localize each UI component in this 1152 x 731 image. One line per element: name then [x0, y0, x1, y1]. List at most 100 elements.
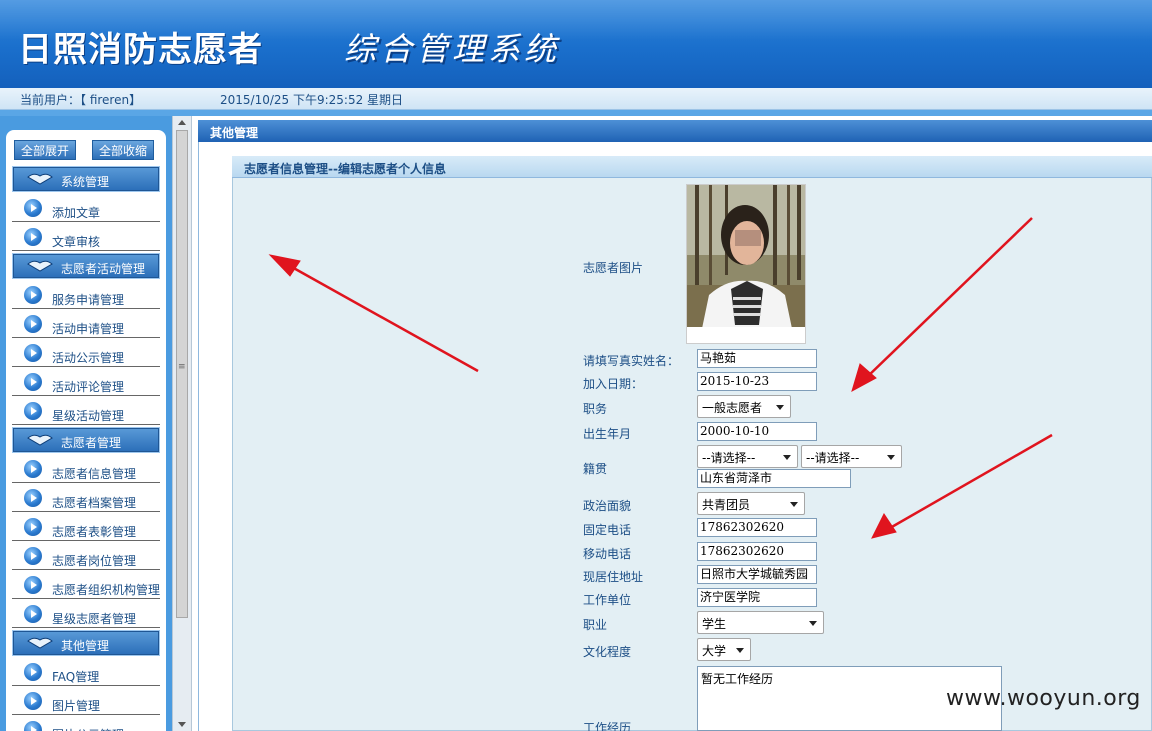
- volunteer-photo: [686, 184, 806, 344]
- play-circle-icon: [24, 692, 42, 710]
- nav-item[interactable]: 星级志愿者管理: [12, 601, 160, 628]
- photo-label: 志愿者图片: [583, 261, 644, 275]
- birth-label: 出生年月: [583, 427, 632, 441]
- join-date-label: 加入日期：: [583, 377, 644, 391]
- play-circle-icon: [24, 489, 42, 507]
- phone-input[interactable]: 17862302620: [697, 518, 817, 537]
- nav-item-label: 文章审核: [52, 235, 101, 249]
- chevron-down-icon: [809, 621, 817, 626]
- play-circle-icon: [24, 373, 42, 391]
- origin-label: 籍贯: [583, 462, 608, 476]
- sidebar-scrollbar[interactable]: ≡: [172, 116, 192, 731]
- nav-item-label: 添加文章: [52, 206, 101, 220]
- play-circle-icon: [24, 576, 42, 594]
- education-select[interactable]: 大学: [697, 638, 751, 661]
- current-user: 当前用户：【 fireren】: [20, 93, 142, 107]
- name-label: 请填写真实姓名：: [583, 354, 680, 368]
- nav-group-label: 志愿者管理: [61, 436, 122, 450]
- nav-item[interactable]: 图片公示管理: [12, 717, 160, 731]
- scroll-thumb[interactable]: [176, 130, 188, 618]
- workplace-input[interactable]: 济宁医学院: [697, 588, 817, 607]
- collapse-all-button[interactable]: 全部收缩: [92, 140, 155, 160]
- section-title: 其他管理: [210, 126, 259, 140]
- chevron-down-icon: [790, 502, 798, 507]
- chevron-down-icon: [783, 455, 791, 460]
- nav-item-label: 图片管理: [52, 699, 101, 713]
- nav-item-label: 志愿者档案管理: [52, 496, 137, 510]
- origin-input[interactable]: 山东省菏泽市: [697, 469, 851, 488]
- nav-item-label: FAQ管理: [52, 670, 100, 684]
- nav-item-label: 活动评论管理: [52, 380, 125, 394]
- nav-item[interactable]: 志愿者岗位管理: [12, 543, 160, 570]
- scroll-down-icon[interactable]: [178, 722, 186, 727]
- chevron-down-icon: [736, 648, 744, 653]
- book-icon: [27, 173, 53, 185]
- chevron-down-icon: [887, 455, 895, 460]
- nav-item-label: 志愿者信息管理: [52, 467, 137, 481]
- occupation-value: 学生: [702, 617, 727, 631]
- birth-input[interactable]: 2000-10-10: [697, 422, 817, 441]
- mobile-input[interactable]: 17862302620: [697, 542, 817, 561]
- scroll-up-icon[interactable]: [178, 120, 186, 125]
- book-icon: [27, 637, 53, 649]
- workplace-label: 工作单位: [583, 593, 632, 607]
- origin-province-select[interactable]: --请选择--: [697, 445, 798, 468]
- occupation-select[interactable]: 学生: [697, 611, 824, 634]
- position-select[interactable]: 一般志愿者: [697, 395, 791, 418]
- nav-item[interactable]: 星级活动管理: [12, 398, 160, 425]
- mobile-label: 移动电话: [583, 547, 632, 561]
- user-bar: 当前用户：【 fireren】 2015/10/25 下午9:25:52 星期日: [0, 88, 1152, 110]
- play-circle-icon: [24, 286, 42, 304]
- play-circle-icon: [24, 547, 42, 565]
- play-circle-icon: [24, 344, 42, 362]
- portrait-image: [687, 185, 805, 343]
- nav-item[interactable]: 添加文章: [12, 195, 160, 222]
- play-circle-icon: [24, 721, 42, 731]
- panel-header: 志愿者信息管理--编辑志愿者个人信息: [232, 156, 1152, 178]
- position-label: 职务: [583, 402, 608, 416]
- nav-item[interactable]: 活动申请管理: [12, 311, 160, 338]
- nav-group-1[interactable]: 志愿者活动管理: [12, 253, 160, 279]
- nav-item[interactable]: 文章审核: [12, 224, 160, 251]
- nav-item[interactable]: 活动公示管理: [12, 340, 160, 367]
- nav-item-label: 志愿者表彰管理: [52, 525, 137, 539]
- play-circle-icon: [24, 315, 42, 333]
- nav-group-label: 系统管理: [61, 175, 110, 189]
- nav-group-0[interactable]: 系统管理: [12, 166, 160, 192]
- nav-item-label: 星级志愿者管理: [52, 612, 137, 626]
- sidebar: 全部展开 全部收缩 系统管理添加文章文章审核志愿者活动管理 服务申请管理活动申请管…: [6, 130, 166, 731]
- origin-city-value: --请选择--: [806, 451, 860, 465]
- play-circle-icon: [24, 518, 42, 536]
- nav-item-label: 活动申请管理: [52, 322, 125, 336]
- nav-item[interactable]: 服务申请管理: [12, 282, 160, 309]
- origin-city-select[interactable]: --请选择--: [801, 445, 902, 468]
- nav-item[interactable]: 图片管理: [12, 688, 160, 715]
- play-circle-icon: [24, 228, 42, 246]
- play-circle-icon: [24, 402, 42, 420]
- address-input[interactable]: 日照市大学城毓秀园: [697, 565, 817, 584]
- name-input[interactable]: 马艳茹: [697, 349, 817, 368]
- nav-group-3[interactable]: 其他管理: [12, 630, 160, 656]
- play-circle-icon: [24, 663, 42, 681]
- nav-group-2[interactable]: 志愿者管理: [12, 427, 160, 453]
- join-date-input[interactable]: 2015-10-23: [697, 372, 817, 391]
- nav-item[interactable]: 志愿者信息管理: [12, 456, 160, 483]
- expand-all-button[interactable]: 全部展开: [14, 140, 77, 160]
- nav-item[interactable]: 志愿者档案管理: [12, 485, 160, 512]
- position-value: 一般志愿者: [702, 401, 763, 415]
- nav-group-label: 其他管理: [61, 639, 110, 653]
- panel-title: 志愿者信息管理--编辑志愿者个人信息: [244, 162, 446, 176]
- logo-title: 日照消防志愿者: [18, 30, 263, 70]
- nav-item[interactable]: 志愿者表彰管理: [12, 514, 160, 541]
- book-icon: [27, 434, 53, 446]
- nav-item[interactable]: 志愿者组织机构管理: [12, 572, 160, 599]
- political-label: 政治面貌: [583, 499, 632, 513]
- nav-item-label: 志愿者组织机构管理: [52, 583, 161, 597]
- nav-item[interactable]: 活动评论管理: [12, 369, 160, 396]
- nav-item-label: 活动公示管理: [52, 351, 125, 365]
- nav-item-label: 星级活动管理: [52, 409, 125, 423]
- education-label: 文化程度: [583, 645, 632, 659]
- political-value: 共青团员: [702, 498, 751, 512]
- political-select[interactable]: 共青团员: [697, 492, 805, 515]
- nav-item[interactable]: FAQ管理: [12, 659, 160, 686]
